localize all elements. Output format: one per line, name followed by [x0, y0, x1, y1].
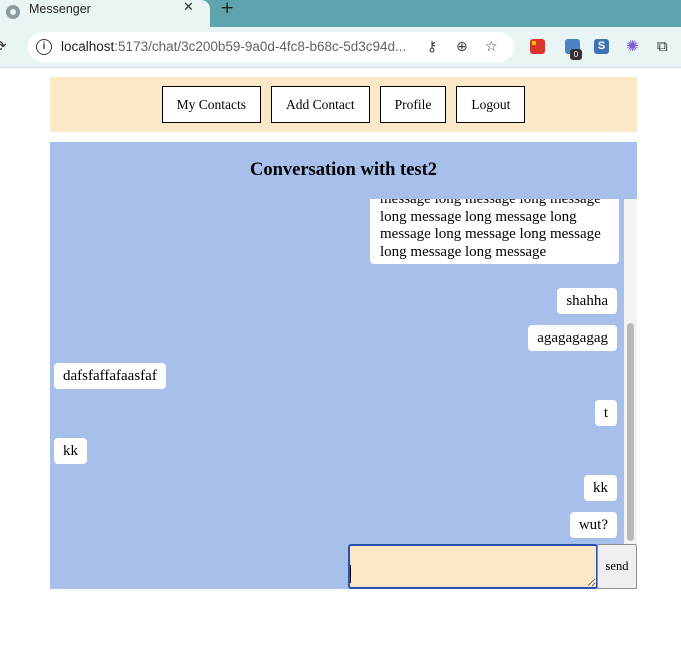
close-tab-icon[interactable]: ✕ — [183, 0, 194, 16]
add-contact-button[interactable]: Add Contact — [271, 86, 370, 123]
profile-button[interactable]: Profile — [379, 86, 447, 123]
url-host: localhost — [61, 39, 115, 54]
my-contacts-button[interactable]: My Contacts — [161, 86, 261, 123]
extension-gear-icon[interactable]: ✺ — [626, 37, 639, 55]
message-sent: kk — [584, 475, 617, 501]
message-sent: agagagagag — [528, 325, 617, 351]
message-scrollbar[interactable] — [624, 199, 637, 545]
extension-s-icon[interactable]: S — [594, 39, 609, 54]
key-icon[interactable]: ⚷ — [427, 38, 437, 56]
new-tab-icon[interactable]: + — [220, 0, 234, 18]
tab-title: Messenger — [29, 2, 91, 16]
info-icon[interactable]: i — [36, 39, 52, 55]
browser-toolbar: ⟳ i localhost:5173/chat/3c200b59-9a0d-4f… — [0, 27, 681, 68]
app-nav: My Contacts Add Contact Profile Logout — [50, 77, 637, 132]
scrollbar-thumb[interactable] — [627, 323, 634, 541]
star-icon[interactable]: ☆ — [485, 38, 498, 56]
url-text[interactable]: localhost:5173/chat/3c200b59-9a0d-4fc8-b… — [61, 39, 406, 55]
zoom-icon[interactable]: ⊕ — [456, 38, 468, 56]
message-input[interactable] — [348, 544, 598, 589]
extension-badge: 0 — [570, 49, 582, 60]
browser-tabstrip: Messenger ✕ + — [0, 0, 681, 27]
reload-icon[interactable]: ⟳ — [0, 37, 7, 55]
message-sent: t — [594, 400, 617, 426]
text-caret — [350, 565, 351, 583]
message-sent: shahha — [557, 288, 617, 314]
conversation-panel: Conversation with test2 message long mes… — [50, 142, 637, 589]
send-button[interactable]: send — [597, 544, 637, 589]
conversation-title: Conversation with test2 — [249, 160, 438, 180]
message-received: kk — [54, 438, 87, 464]
logout-button[interactable]: Logout — [456, 86, 526, 123]
url-path: :5173/chat/3c200b59-9a0d-4fc8-b68c-5d3c9… — [114, 39, 407, 54]
puzzle-icon[interactable]: ⧉ — [657, 37, 668, 55]
extension-flag-icon[interactable] — [530, 39, 545, 54]
address-bar[interactable]: i localhost:5173/chat/3c200b59-9a0d-4fc8… — [28, 32, 514, 62]
message-sent: message long message long message long m… — [370, 199, 619, 265]
message-sent: wut? — [569, 512, 617, 538]
favicon-icon — [6, 5, 20, 19]
message-received: dafsfaffafaasfaf — [54, 363, 166, 389]
browser-tab[interactable]: Messenger ✕ — [0, 0, 210, 27]
message-list[interactable]: message long message long message long m… — [50, 199, 637, 545]
